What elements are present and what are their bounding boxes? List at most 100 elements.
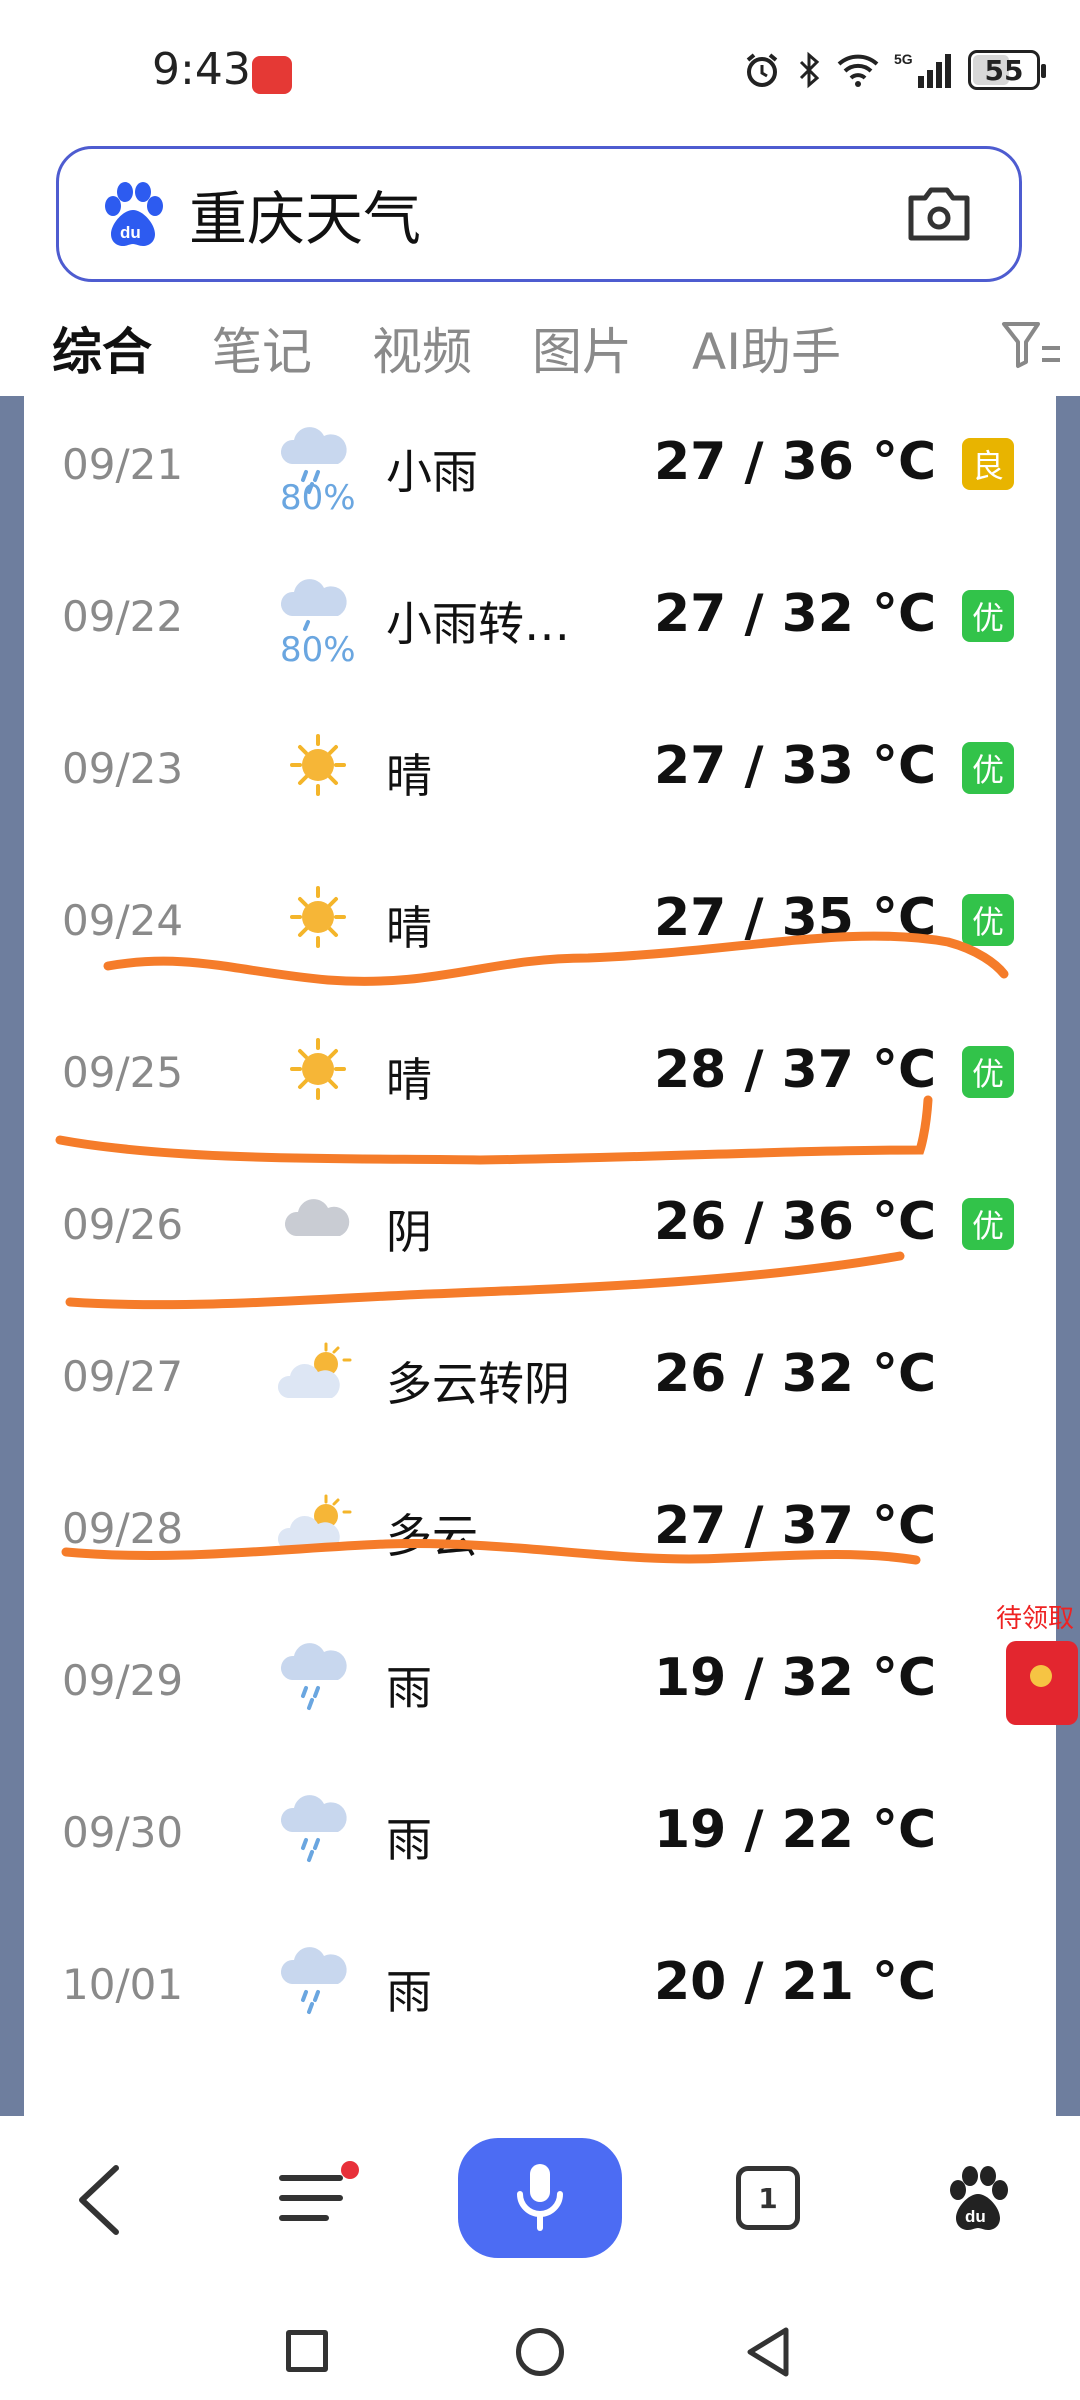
forecast-condition: 晴 [386,749,432,803]
forecast-date: 09/22 [62,592,184,641]
forecast-condition: 晴 [386,901,432,955]
forecast-temp: 19 / 22 °C [654,1800,937,1860]
air-quality-badge: 优 [962,894,1014,946]
red-packet-label: 待领取 [995,1604,1074,1634]
forecast-temp: 27 / 32 °C [654,584,937,644]
home-icon[interactable] [516,2328,564,2376]
forecast-temp: 26 / 32 °C [654,1344,937,1404]
forecast-date: 09/21 [62,440,184,489]
app-notification-icon [252,56,292,94]
baidu-home-icon[interactable]: du [944,2164,1012,2232]
air-quality-badge: 优 [962,742,1014,794]
forecast-row[interactable]: 09/21 80% 小雨 27 / 36 °C 良 [24,396,1056,546]
forecast-condition: 小雨转… [386,597,570,651]
bluetooth-icon [799,51,820,89]
forecast-temp: 20 / 21 °C [654,1952,937,2012]
tab-ai-assistant[interactable]: AI助手 [692,312,841,384]
tab-images[interactable]: 图片 [532,312,632,384]
air-quality-badge: 优 [962,1046,1014,1098]
svg-text:5G: 5G [894,51,913,67]
forecast-condition: 小雨 [386,445,478,499]
forecast-condition: 阴 [386,1205,432,1259]
forecast-row[interactable]: 09/27 多云转阴 26 / 32 °C [24,1308,1056,1458]
bottom-bar: 1 du [0,2116,1080,2400]
precip-chance: 80% [280,630,356,670]
forecast-card: 09/21 80% 小雨 27 / 36 °C 良 09/22 80% 小雨转… 27 / 32… [24,396,1056,2116]
filter-icon[interactable] [1000,318,1064,372]
forecast-condition: 雨 [386,1661,432,1715]
wifi-icon [837,54,879,87]
back-icon[interactable] [72,2162,128,2238]
tab-video[interactable]: 视频 [372,312,472,384]
forecast-condition: 晴 [386,1053,432,1107]
red-envelope-icon[interactable] [1006,1641,1078,1725]
search-tabs: 综合 笔记 视频 图片 AI助手 [52,298,1080,406]
alarm-icon [746,53,778,87]
battery-indicator: 55 [968,50,1046,90]
forecast-date: 09/29 [62,1656,184,1705]
forecast-condition: 雨 [386,1813,432,1867]
air-quality-badge: 优 [962,1198,1014,1250]
status-time: 9:43 [152,44,251,95]
search-query[interactable]: 重庆天气 [189,172,903,256]
forecast-date: 09/28 [62,1504,184,1553]
forecast-temp: 27 / 33 °C [654,736,937,796]
forecast-temp: 19 / 32 °C [654,1648,937,1708]
cloud-icon [278,1174,358,1264]
svg-text:du: du [965,2207,986,2226]
forecast-condition: 雨 [386,1965,432,2019]
forecast-date: 09/23 [62,744,184,793]
system-back-icon[interactable] [744,2324,792,2380]
forecast-temp: 28 / 37 °C [654,1040,937,1100]
forecast-row[interactable]: 09/29 雨 19 / 32 °C [24,1612,1056,1762]
air-quality-badge: 优 [962,590,1014,642]
forecast-row[interactable]: 10/01 雨 20 / 21 °C [24,1916,1056,2066]
rain-icon [278,1782,358,1872]
forecast-temp: 27 / 36 °C [654,432,937,492]
forecast-temp: 26 / 36 °C [654,1192,937,1252]
voice-search-button[interactable] [458,2138,622,2258]
tab-all[interactable]: 综合 [52,312,152,406]
partly-cloudy-icon [277,1326,358,1416]
status-icons: 5G 55 [742,50,1046,90]
forecast-date: 09/27 [62,1352,184,1401]
forecast-row[interactable]: 09/28 多云 27 / 37 °C [24,1460,1056,1610]
air-quality-badge: 良 [962,438,1014,490]
tabs-count: 1 [758,2181,778,2215]
rain-icon [278,1630,358,1720]
forecast-date: 09/24 [62,896,184,945]
partly-cloudy-icon [277,1478,358,1568]
precip-chance: 80% [280,478,356,518]
forecast-temp: 27 / 35 °C [654,888,937,948]
signal-5g-icon: 5G [894,51,951,88]
forecast-row[interactable]: 09/22 80% 小雨转… 27 / 32 °C 优 [24,548,1056,698]
forecast-condition: 多云 [386,1509,478,1563]
microphone-icon [517,2164,563,2231]
forecast-row[interactable]: 09/24 晴 27 / 35 °C 优 [24,852,1056,1002]
forecast-row[interactable]: 09/25 晴 28 / 37 °C 优 [24,1004,1056,1154]
forecast-date: 09/25 [62,1048,184,1097]
tab-notes[interactable]: 笔记 [212,312,312,384]
camera-icon[interactable] [903,182,975,246]
search-bar[interactable]: du 重庆天气 [56,146,1022,282]
sun-icon [278,1022,358,1112]
status-bar: 9:43 5G 55 [0,0,1080,140]
menu-icon[interactable] [278,2160,360,2236]
recents-icon[interactable] [286,2330,328,2372]
forecast-date: 09/30 [62,1808,184,1857]
forecast-temp: 27 / 37 °C [654,1496,937,1556]
svg-text:du: du [120,223,141,242]
baidu-paw-icon: du [105,182,163,246]
forecast-row[interactable]: 09/23 晴 27 / 33 °C 优 [24,700,1056,850]
battery-percent: 55 [984,53,1024,87]
sun-icon [278,718,358,808]
forecast-condition: 多云转阴 [386,1357,570,1411]
sun-icon [278,870,358,960]
tabs-count-button[interactable]: 1 [736,2166,800,2230]
rain-icon [278,1934,358,2024]
forecast-row[interactable]: 09/30 雨 19 / 22 °C [24,1764,1056,1914]
forecast-date: 10/01 [62,1960,184,2009]
forecast-date: 09/26 [62,1200,184,1249]
forecast-row[interactable]: 09/26 阴 26 / 36 °C 优 [24,1156,1056,1306]
red-packet-widget[interactable]: 待领取 [988,1598,1080,1725]
